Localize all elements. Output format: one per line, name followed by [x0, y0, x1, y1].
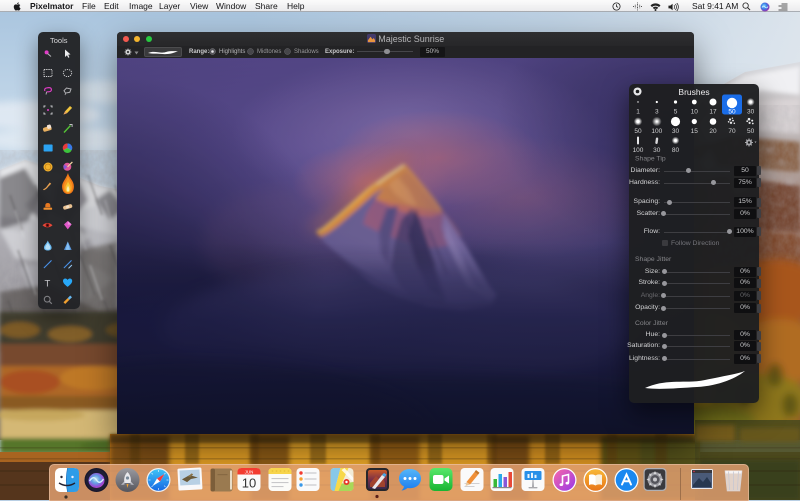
svg-text:10: 10 — [242, 476, 256, 491]
svg-text:JUN: JUN — [245, 470, 254, 475]
svg-text:T: T — [45, 279, 51, 290]
